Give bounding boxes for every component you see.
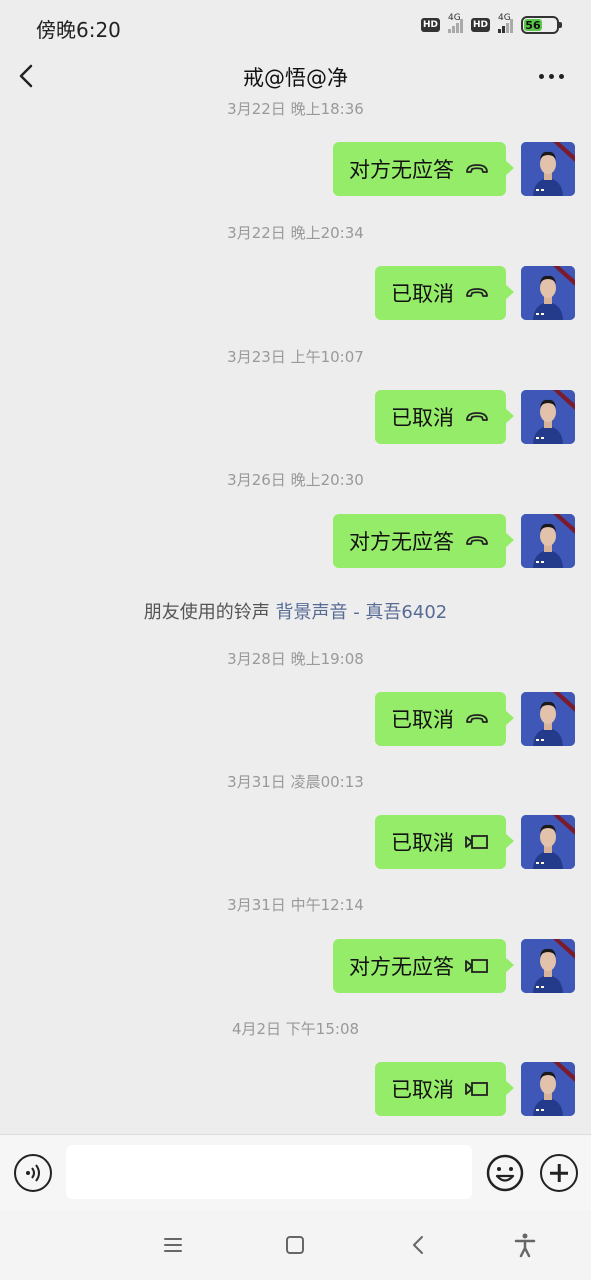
network-type-label: 4G: [447, 13, 461, 23]
network-type-label: 4G: [498, 13, 511, 23]
message-timestamp: 3月31日 凌晨00:13: [227, 773, 364, 791]
call-record-bubble[interactable]: 已取消: [375, 390, 514, 444]
menu-icon[interactable]: [160, 1232, 186, 1258]
battery-level: 56: [524, 18, 542, 32]
avatar[interactable]: [521, 815, 575, 869]
chat-header: 戒@悟@净: [0, 52, 591, 102]
call-status-text: 已取消: [391, 831, 454, 855]
call-status-text: 对方无应答: [349, 530, 454, 554]
call-status-text: 对方无应答: [349, 955, 454, 979]
call-record-bubble[interactable]: 已取消: [375, 1062, 514, 1116]
avatar[interactable]: [521, 939, 575, 993]
call-record-bubble[interactable]: 对方无应答: [333, 142, 514, 196]
voice-call-icon: [464, 407, 490, 427]
signal-icon: 4G: [498, 13, 513, 33]
back-icon[interactable]: [406, 1232, 432, 1258]
message-timestamp: 3月26日 晚上20:30: [227, 471, 364, 489]
call-status-text: 已取消: [391, 708, 454, 732]
chat-title: 戒@悟@净: [243, 66, 348, 90]
message-input[interactable]: [66, 1145, 472, 1199]
battery-icon: 56: [521, 16, 562, 34]
message-timestamp: 3月22日 晚上20:34: [227, 224, 364, 242]
status-indicators: HD 4G HD 4G 56: [420, 13, 562, 34]
call-record-bubble[interactable]: 对方无应答: [333, 939, 514, 993]
call-record-bubble[interactable]: 已取消: [375, 815, 514, 869]
message-timestamp: 3月23日 上午10:07: [227, 348, 364, 366]
ringtone-link[interactable]: 背景声音 - 真吾6402: [275, 602, 447, 623]
signal-icon: 4G: [447, 13, 463, 33]
message-timestamp: 3月22日 晚上18:36: [227, 102, 364, 118]
status-bar: 傍晚6:20 HD 4G HD 4G 56: [0, 0, 591, 52]
video-call-icon: [464, 832, 490, 852]
input-bar: [0, 1134, 591, 1210]
avatar[interactable]: [521, 514, 575, 568]
voice-call-icon: [464, 283, 490, 303]
hd-icon: HD: [420, 18, 440, 32]
voice-call-icon: [464, 531, 490, 551]
call-message-row: 已取消: [375, 1062, 575, 1116]
system-nav-bar: [0, 1210, 591, 1280]
message-timestamp: 3月28日 晚上19:08: [227, 650, 364, 668]
call-record-bubble[interactable]: 对方无应答: [333, 514, 514, 568]
ringtone-label: 朋友使用的铃声: [143, 602, 270, 623]
avatar[interactable]: [521, 1062, 575, 1116]
plus-icon[interactable]: [540, 1154, 578, 1192]
message-list[interactable]: 3月22日 晚上18:36 对方无应答 3月22日 晚上20:34 已取消 3月23日 …: [0, 102, 591, 1134]
home-icon[interactable]: [282, 1232, 308, 1258]
call-message-row: 已取消: [375, 692, 575, 746]
voice-call-icon: [464, 709, 490, 729]
emoji-icon[interactable]: [486, 1154, 524, 1192]
avatar[interactable]: [521, 390, 575, 444]
avatar[interactable]: [521, 142, 575, 196]
more-dots-icon[interactable]: [535, 64, 567, 88]
call-record-bubble[interactable]: 已取消: [375, 692, 514, 746]
call-message-row: 对方无应答: [333, 939, 575, 993]
call-message-row: 对方无应答: [333, 514, 575, 568]
accessibility-icon[interactable]: [512, 1232, 538, 1258]
call-status-text: 已取消: [391, 282, 454, 306]
call-status-text: 已取消: [391, 1078, 454, 1102]
message-timestamp: 3月31日 中午12:14: [227, 896, 364, 914]
voice-call-icon: [464, 159, 490, 179]
call-message-row: 已取消: [375, 266, 575, 320]
voice-input-icon[interactable]: [14, 1154, 52, 1192]
message-timestamp: 4月2日 下午15:08: [231, 1020, 360, 1038]
avatar[interactable]: [521, 266, 575, 320]
call-message-row: 已取消: [375, 815, 575, 869]
avatar[interactable]: [521, 692, 575, 746]
call-status-text: 已取消: [391, 406, 454, 430]
status-time: 傍晚6:20: [36, 18, 121, 42]
call-record-bubble[interactable]: 已取消: [375, 266, 514, 320]
call-message-row: 对方无应答: [333, 142, 575, 196]
video-call-icon: [464, 1079, 490, 1099]
video-call-icon: [464, 956, 490, 976]
hd-icon: HD: [470, 18, 490, 32]
ringtone-notice: 朋友使用的铃声 背景声音 - 真吾6402: [0, 598, 591, 624]
call-status-text: 对方无应答: [349, 158, 454, 182]
call-message-row: 已取消: [375, 390, 575, 444]
